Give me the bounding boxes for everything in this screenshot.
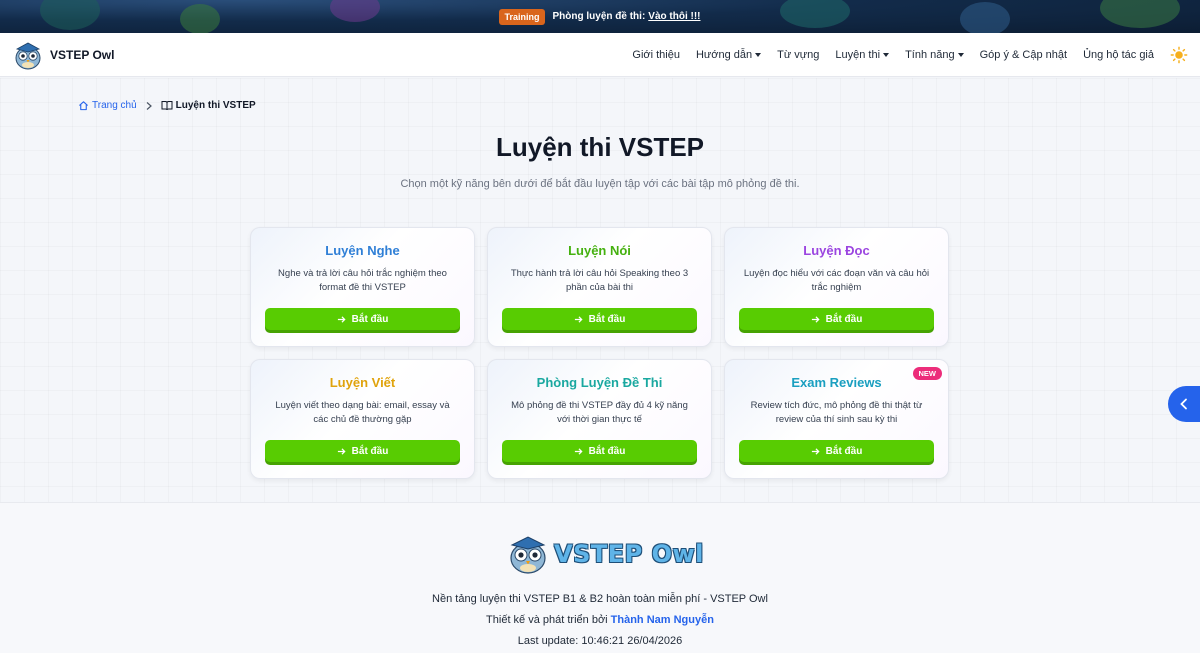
sun-icon[interactable] xyxy=(1170,46,1188,64)
sidebar-toggle-button[interactable] xyxy=(1168,386,1200,422)
skill-card-mock-exam: Phòng Luyện Đề Thi Mô phỏng đề thi VSTEP… xyxy=(487,359,712,479)
footer: VSTEP Owl Nền tảng luyện thi VSTEP B1 & … xyxy=(0,502,1200,653)
caret-down-icon xyxy=(755,52,762,57)
skills-grid: Luyện Nghe Nghe và trả lời câu hỏi trắc … xyxy=(250,227,950,479)
card-description: Luyện đọc hiểu với các đoạn văn và câu h… xyxy=(743,268,930,293)
skill-card-writing: Luyện Viết Luyện viết theo dạng bài: ema… xyxy=(250,359,475,479)
nav-item-luyen-thi[interactable]: Luyện thi xyxy=(835,48,890,61)
nav-item-label: Góp ý & Cập nhật xyxy=(979,48,1068,61)
banner-text: Phòng luyện đề thi: xyxy=(552,11,646,22)
banner-link[interactable]: Vào thôi !!! xyxy=(648,11,700,22)
chevron-right-icon xyxy=(146,101,152,110)
footer-credit-prefix: Thiết kế và phát triển bởi xyxy=(486,614,611,626)
nav-item-tinh-nang[interactable]: Tính năng xyxy=(905,49,964,61)
page-title: Luyện thi VSTEP xyxy=(495,132,705,162)
start-button-label: Bắt đầu xyxy=(351,313,389,325)
nav-item-label: Từ vựng xyxy=(777,48,820,61)
skill-card-speaking: Luyện Nói Thực hành trả lời câu hỏi Spea… xyxy=(487,227,712,347)
start-button[interactable]: Bắt đầu xyxy=(265,440,460,462)
promo-banner: Training Phòng luyện đề thi: Vào thôi !!… xyxy=(0,0,1200,33)
footer-logo: VSTEP Owl xyxy=(506,533,704,575)
owl-logo-icon xyxy=(510,536,546,574)
breadcrumb-home[interactable]: Trang chủ xyxy=(78,100,137,111)
nav-item-gop-y[interactable]: Góp ý & Cập nhật xyxy=(980,49,1067,61)
navbar: VSTEP Owl Giới thiệu Hướng dẫn Từ vựng L… xyxy=(0,33,1200,77)
start-button[interactable]: Bắt đầu xyxy=(265,308,460,330)
training-badge: Training xyxy=(499,8,545,25)
card-description: Review tích đức, mô phỏng đề thi thật từ… xyxy=(750,400,923,425)
brand-name: VSTEP Owl xyxy=(50,47,115,62)
card-title: Luyện Nghe xyxy=(325,243,400,258)
chevron-left-icon xyxy=(1180,398,1187,410)
new-badge: NEW xyxy=(912,367,942,380)
start-button-label: Bắt đầu xyxy=(588,313,626,325)
card-title: Luyện Viết xyxy=(329,375,396,390)
arrow-right-icon xyxy=(337,315,346,323)
card-title: Luyện Nói xyxy=(568,243,631,258)
brand-link[interactable]: VSTEP Owl xyxy=(12,40,114,70)
start-button-label: Bắt đầu xyxy=(588,445,626,457)
start-button[interactable]: Bắt đầu xyxy=(739,308,934,330)
main-content: Trang chủ Luyện thi VSTEP Luyện thi VSTE… xyxy=(0,78,1200,502)
start-button[interactable]: Bắt đầu xyxy=(502,440,697,462)
skill-card-listening: Luyện Nghe Nghe và trả lời câu hỏi trắc … xyxy=(250,227,475,347)
footer-tagline: Nền tảng luyện thi VSTEP B1 & B2 hoàn to… xyxy=(432,593,768,605)
nav-item-gioi-thieu[interactable]: Giới thiệu xyxy=(632,49,680,61)
breadcrumb-home-label: Trang chủ xyxy=(92,100,137,111)
nav-item-tu-vung[interactable]: Từ vựng xyxy=(777,49,819,61)
arrow-right-icon xyxy=(574,315,583,323)
caret-down-icon xyxy=(883,52,890,57)
arrow-right-icon xyxy=(811,447,820,455)
nav-item-label: Ủng hộ tác giả xyxy=(1083,48,1154,61)
author-link[interactable]: Thành Nam Nguyễn xyxy=(611,614,714,626)
nav-item-ung-ho[interactable]: Ủng hộ tác giả xyxy=(1083,49,1154,61)
footer-logo-text: VSTEP Owl xyxy=(554,540,704,568)
nav-item-label: Luyện thi xyxy=(835,48,881,61)
arrow-right-icon xyxy=(811,315,820,323)
start-button-label: Bắt đầu xyxy=(825,445,863,457)
book-icon xyxy=(161,101,173,111)
start-button-label: Bắt đầu xyxy=(825,313,863,325)
caret-down-icon xyxy=(957,52,964,57)
nav-item-label: Tính năng xyxy=(905,48,955,61)
arrow-right-icon xyxy=(337,447,346,455)
skill-card-exam-reviews: NEW Exam Reviews Review tích đức, mô phỏ… xyxy=(724,359,949,479)
start-button[interactable]: Bắt đầu xyxy=(502,308,697,330)
home-icon xyxy=(79,101,88,111)
footer-credit: Thiết kế và phát triển bởi Thành Nam Ngu… xyxy=(0,614,1200,626)
nav-menu: Giới thiệu Hướng dẫn Từ vựng Luyện thi T… xyxy=(632,46,1188,64)
nav-item-label: Giới thiệu xyxy=(632,48,680,61)
breadcrumb: Trang chủ Luyện thi VSTEP xyxy=(78,100,256,111)
card-description: Luyện viết theo dạng bài: email, essay v… xyxy=(275,400,450,425)
owl-logo-icon xyxy=(15,42,41,69)
arrow-right-icon xyxy=(574,447,583,455)
nav-item-huong-dan[interactable]: Hướng dẫn xyxy=(695,48,762,61)
card-description: Mô phỏng đề thi VSTEP đầy đủ 4 kỹ năng v… xyxy=(511,400,688,425)
footer-last-update: Last update: 10:46:21 26/04/2026 xyxy=(517,635,683,647)
breadcrumb-current: Luyện thi VSTEP xyxy=(161,100,256,111)
card-description: Nghe và trả lời câu hỏi trắc nghiệm theo… xyxy=(278,268,447,293)
breadcrumb-current-label: Luyện thi VSTEP xyxy=(175,100,256,111)
card-title: Luyện Đọc xyxy=(803,243,870,258)
card-title: Phòng Luyện Đề Thi xyxy=(536,375,663,390)
nav-item-label: Hướng dẫn xyxy=(695,48,753,61)
card-description: Thực hành trả lời câu hỏi Speaking theo … xyxy=(510,268,689,293)
start-button-label: Bắt đầu xyxy=(351,445,389,457)
start-button[interactable]: Bắt đầu xyxy=(739,440,934,462)
skill-card-reading: Luyện Đọc Luyện đọc hiểu với các đoạn vă… xyxy=(724,227,949,347)
page-subtitle: Chọn một kỹ năng bên dưới để bắt đầu luy… xyxy=(400,178,800,190)
